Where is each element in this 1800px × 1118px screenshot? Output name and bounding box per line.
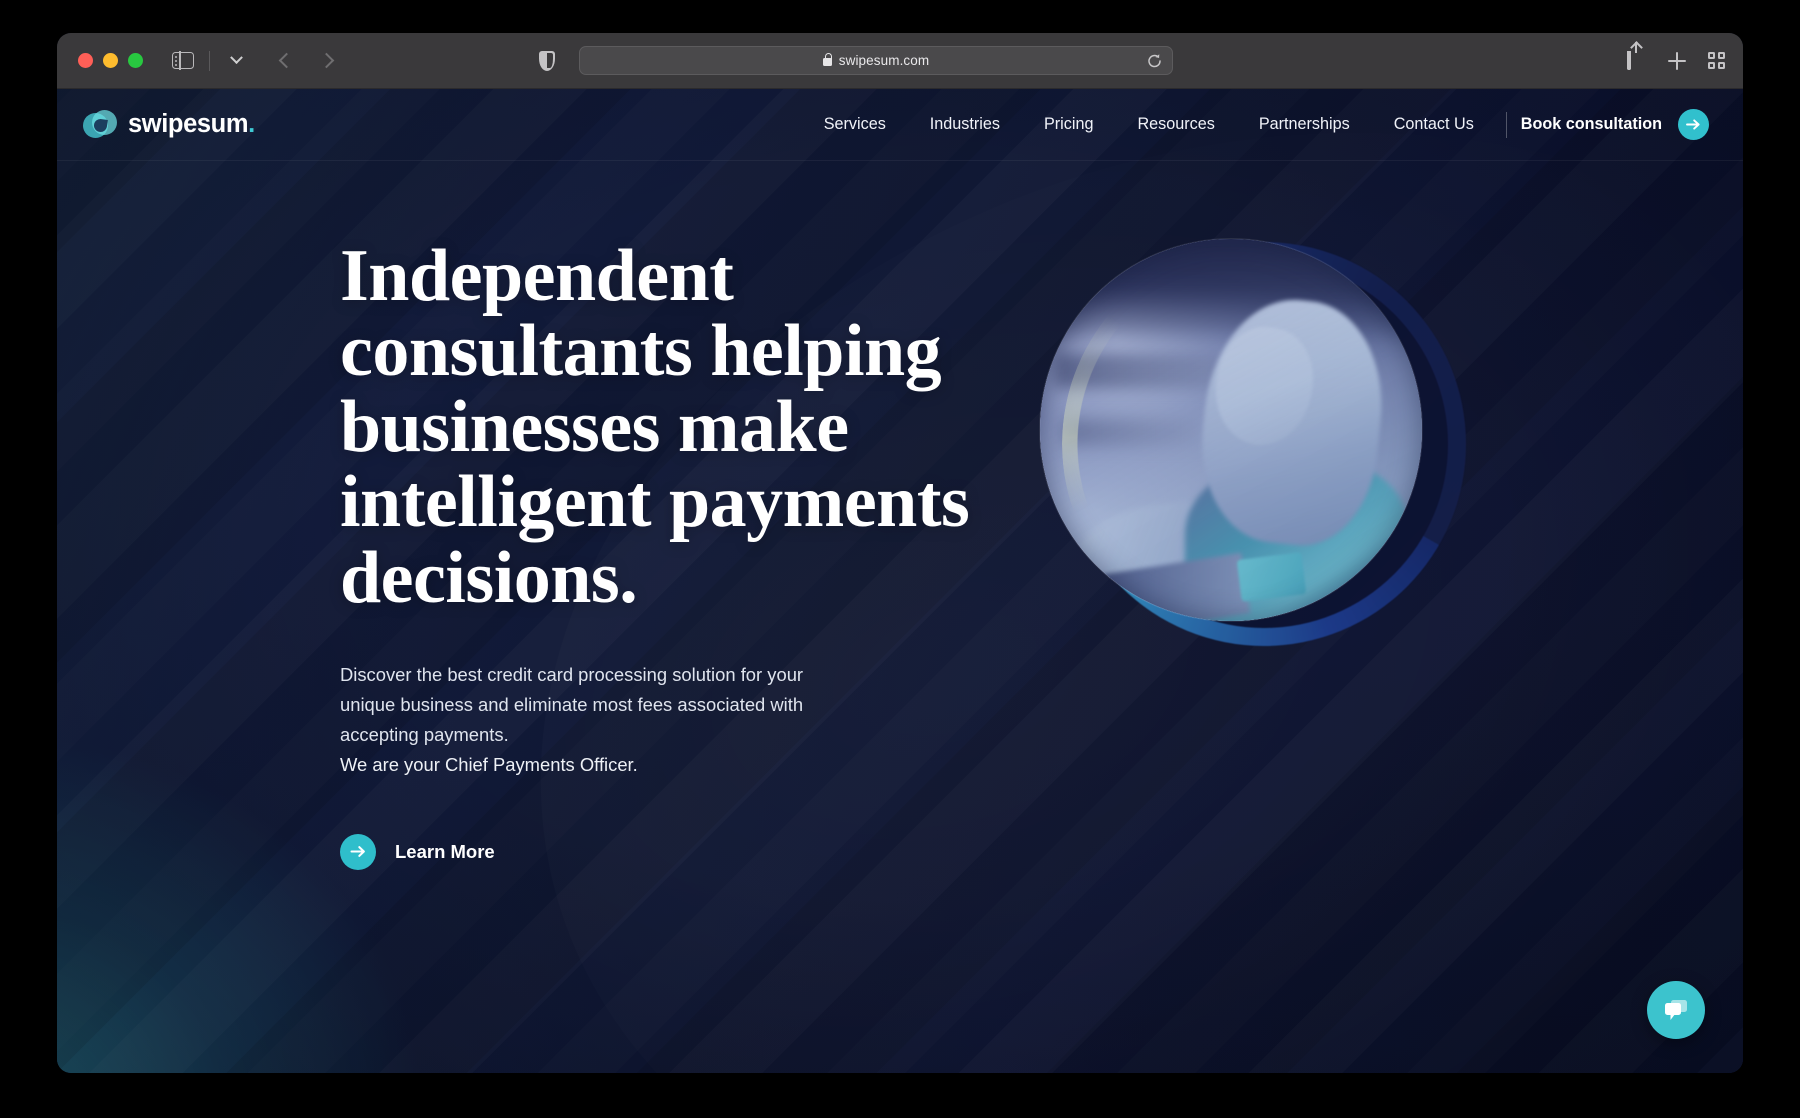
- maximize-window-button[interactable]: [128, 53, 143, 68]
- share-icon: [1627, 50, 1631, 70]
- forward-button[interactable]: [311, 47, 341, 75]
- nav-item-services[interactable]: Services: [802, 115, 908, 134]
- learn-more-button[interactable]: Learn More: [340, 833, 1040, 870]
- arrow-right-icon: [1678, 109, 1709, 140]
- minimize-window-button[interactable]: [103, 53, 118, 68]
- toolbar-right-group: [1627, 50, 1725, 71]
- chevron-down-icon: [229, 51, 243, 65]
- nav-divider: [1505, 111, 1507, 138]
- brand-name-text: swipesum: [128, 110, 249, 138]
- url-text: swipesum.com: [838, 53, 930, 68]
- window-controls: [78, 53, 143, 68]
- sidebar-toggle-button[interactable]: [168, 47, 198, 75]
- book-consultation-label: Book consultation: [1520, 115, 1662, 133]
- learn-more-label: Learn More: [395, 840, 495, 862]
- nav-item-partnerships[interactable]: Partnerships: [1237, 115, 1372, 134]
- hero-subtitle-line-2: We are your Chief Payments Officer.: [340, 753, 638, 775]
- page-content: swipesum. Services Industries Pricing Re…: [57, 89, 1743, 1073]
- address-bar[interactable]: swipesum.com: [579, 46, 1173, 75]
- hero-subtitle: Discover the best credit card processing…: [340, 664, 804, 745]
- privacy-shield-icon[interactable]: [539, 50, 555, 71]
- lock-icon: [822, 53, 832, 66]
- hero-headline: Independent consultants helping business…: [340, 235, 970, 619]
- screen: swipesum.com swipesum. Services Industri…: [0, 0, 1800, 1118]
- reload-button[interactable]: [1146, 52, 1163, 69]
- sidebar-dropdown-button[interactable]: [221, 47, 251, 75]
- toolbar-left-group: [168, 47, 341, 75]
- grid-cell: [1718, 52, 1725, 59]
- site-header: swipesum. Services Industries Pricing Re…: [57, 89, 1743, 161]
- tab-overview-button[interactable]: [1708, 52, 1725, 69]
- grid-cell: [1708, 52, 1715, 59]
- chevron-left-icon: [278, 52, 294, 69]
- hero-section: Independent consultants helping business…: [57, 161, 1743, 870]
- main-navigation: Services Industries Pricing Resources Pa…: [802, 109, 1715, 140]
- arrow-right-icon: [340, 833, 376, 870]
- chat-bubbles-icon: [1665, 1000, 1687, 1020]
- chevron-right-icon: [318, 52, 334, 69]
- nav-item-resources[interactable]: Resources: [1115, 115, 1236, 134]
- back-button[interactable]: [271, 47, 301, 75]
- book-consultation-button[interactable]: Book consultation: [1517, 109, 1715, 140]
- brand-name: swipesum.: [128, 110, 255, 139]
- hero-ring-highlight: [1062, 242, 1466, 646]
- browser-window: swipesum.com swipesum. Services Industri…: [57, 33, 1743, 1073]
- navigation-arrows: [271, 47, 341, 75]
- grid-cell: [1708, 62, 1715, 69]
- brand-dot: .: [248, 110, 255, 138]
- chat-widget-button[interactable]: [1647, 981, 1705, 1039]
- share-button[interactable]: [1627, 50, 1646, 71]
- hero-text-column: Independent consultants helping business…: [340, 235, 1040, 870]
- brand-logo[interactable]: swipesum.: [83, 108, 255, 142]
- sidebar-icon: [172, 51, 194, 70]
- new-tab-button[interactable]: [1668, 51, 1686, 70]
- hero-visual-column: [1040, 239, 1743, 870]
- browser-toolbar: swipesum.com: [57, 33, 1743, 89]
- nav-item-industries[interactable]: Industries: [908, 115, 1022, 134]
- nav-item-contact-us[interactable]: Contact Us: [1372, 115, 1496, 134]
- grid-cell: [1718, 62, 1725, 69]
- address-bar-content: swipesum.com: [822, 53, 930, 68]
- nav-item-pricing[interactable]: Pricing: [1022, 115, 1115, 134]
- toolbar-divider: [209, 50, 210, 71]
- close-window-button[interactable]: [78, 53, 93, 68]
- swipesum-logo-mark-icon: [83, 108, 117, 142]
